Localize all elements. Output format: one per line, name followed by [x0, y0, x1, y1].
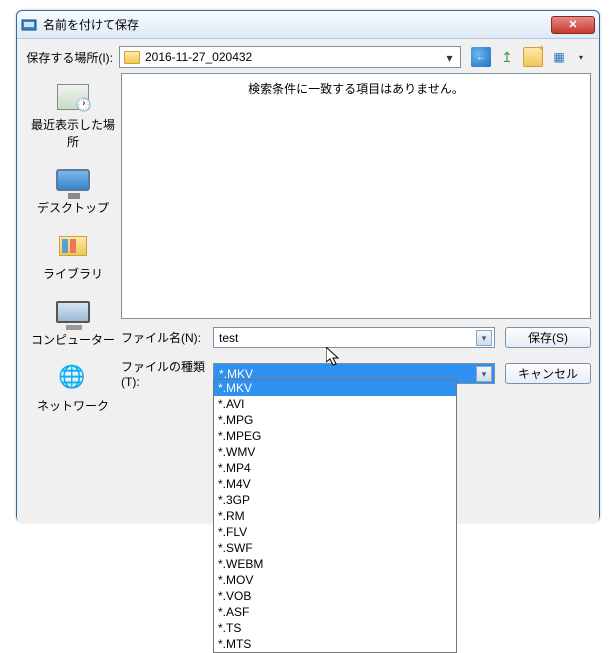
- chevron-down-icon[interactable]: ▾: [442, 50, 457, 65]
- empty-message: 検索条件に一致する項目はありません。: [248, 80, 464, 318]
- filetype-dropdown[interactable]: *.MKV*.AVI*.MPG*.MPEG*.WMV*.MP4*.M4V*.3G…: [213, 379, 457, 653]
- chevron-down-icon[interactable]: ▾: [476, 330, 492, 346]
- app-icon: [21, 17, 37, 33]
- views-dropdown-icon[interactable]: [571, 47, 591, 67]
- filetype-option[interactable]: *.MKV: [214, 380, 456, 396]
- filetype-option[interactable]: *.MP4: [214, 460, 456, 476]
- filename-input[interactable]: test ▾: [213, 327, 495, 348]
- filetype-option[interactable]: *.TS: [214, 620, 456, 636]
- network-icon: [58, 364, 88, 392]
- titlebar[interactable]: 名前を付けて保存 ✕: [17, 11, 599, 39]
- filetype-option[interactable]: *.SWF: [214, 540, 456, 556]
- filetype-label: ファイルの種類(T):: [121, 358, 213, 389]
- libraries-icon: [59, 236, 87, 256]
- place-libraries[interactable]: ライブラリ: [28, 228, 118, 284]
- nav-toolbar: [471, 47, 591, 67]
- filetype-option[interactable]: *.VOB: [214, 588, 456, 604]
- filetype-option[interactable]: *.MPEG: [214, 428, 456, 444]
- filename-value: test: [219, 331, 238, 345]
- save-as-dialog: 名前を付けて保存 ✕ 保存する場所(I): 2016-11-27_020432 …: [16, 10, 600, 522]
- cancel-button[interactable]: キャンセル: [505, 363, 591, 384]
- up-icon[interactable]: [497, 47, 517, 67]
- filetype-option[interactable]: *.WEBM: [214, 556, 456, 572]
- chevron-down-icon[interactable]: ▾: [476, 366, 492, 382]
- main-area: 最近表示した場所 デスクトップ ライブラリ コンピューター ネットワーク 検索条…: [25, 73, 591, 319]
- filetype-option[interactable]: *.M4V: [214, 476, 456, 492]
- filetype-option[interactable]: *.AVI: [214, 396, 456, 412]
- back-icon[interactable]: [471, 47, 491, 67]
- location-combo[interactable]: 2016-11-27_020432 ▾: [119, 46, 461, 68]
- dialog-body: 保存する場所(I): 2016-11-27_020432 ▾ 最近表示した場所 …: [17, 39, 599, 523]
- filetype-option[interactable]: *.ASF: [214, 604, 456, 620]
- places-sidebar: 最近表示した場所 デスクトップ ライブラリ コンピューター ネットワーク: [25, 73, 121, 319]
- filetype-option[interactable]: *.RM: [214, 508, 456, 524]
- filetype-option[interactable]: *.FLV: [214, 524, 456, 540]
- filetype-option[interactable]: *.WMV: [214, 444, 456, 460]
- views-icon[interactable]: [549, 47, 569, 67]
- folder-icon: [124, 51, 140, 64]
- location-value: 2016-11-27_020432: [145, 50, 252, 64]
- desktop-icon: [56, 169, 90, 191]
- file-list-pane[interactable]: 検索条件に一致する項目はありません。: [121, 73, 591, 319]
- bottom-area: ファイル名(N): test ▾ 保存(S) ファイルの種類(T): *.MKV…: [25, 327, 591, 389]
- filetype-option[interactable]: *.MOV: [214, 572, 456, 588]
- place-desktop[interactable]: デスクトップ: [28, 162, 118, 218]
- save-button[interactable]: 保存(S): [505, 327, 591, 348]
- close-button[interactable]: ✕: [551, 16, 595, 34]
- computer-icon: [56, 301, 90, 323]
- filetype-option[interactable]: *.MTS: [214, 636, 456, 652]
- filename-row: ファイル名(N): test ▾ 保存(S): [121, 327, 591, 348]
- window-title: 名前を付けて保存: [43, 16, 551, 33]
- filetype-option[interactable]: *.3GP: [214, 492, 456, 508]
- new-folder-icon[interactable]: [523, 47, 543, 67]
- location-row: 保存する場所(I): 2016-11-27_020432 ▾: [25, 45, 591, 69]
- location-label: 保存する場所(I):: [25, 49, 119, 66]
- filename-label: ファイル名(N):: [121, 329, 213, 346]
- place-recent[interactable]: 最近表示した場所: [28, 79, 118, 152]
- filetype-option[interactable]: *.MPG: [214, 412, 456, 428]
- recent-icon: [57, 84, 89, 110]
